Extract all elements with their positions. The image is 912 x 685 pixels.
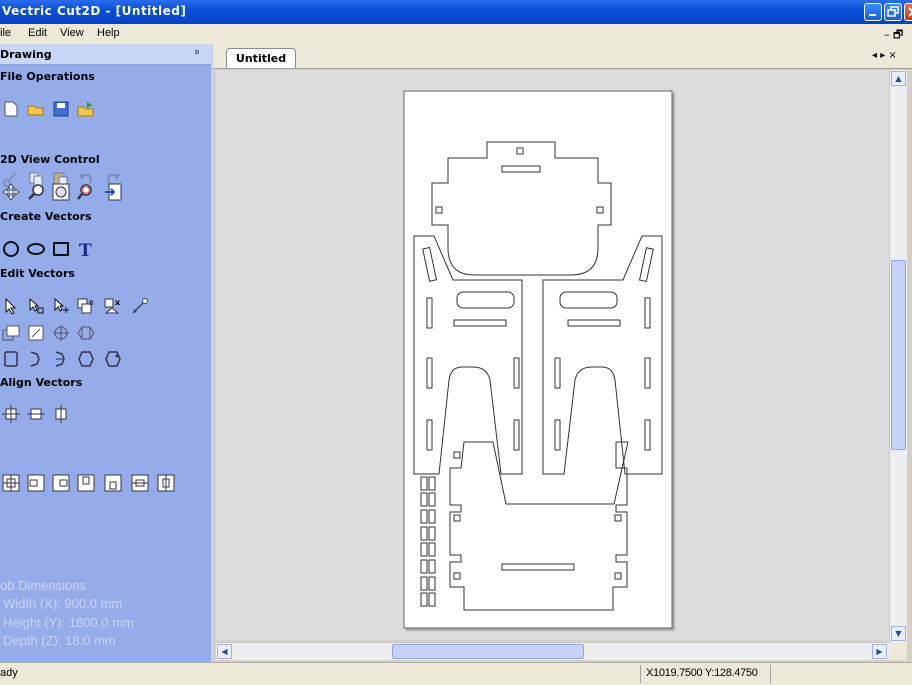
menu-help[interactable]: Help <box>97 27 120 39</box>
ungroup-icon[interactable]: x <box>104 297 122 315</box>
save-icon[interactable] <box>52 100 70 118</box>
trim-icon[interactable] <box>77 324 95 342</box>
horizontal-scrollbar[interactable]: ◀ ▶ <box>216 642 889 660</box>
job-width: Width (X): 900.0 mm <box>3 596 123 611</box>
align-top-icon[interactable] <box>77 474 95 492</box>
section-edit-vectors: Edit Vectors <box>0 267 75 280</box>
scroll-corner <box>889 642 907 660</box>
status-text: ady <box>0 667 18 679</box>
tab-untitled[interactable]: Untitled <box>226 48 296 68</box>
join-close-icon[interactable] <box>52 350 70 368</box>
mirror-icon[interactable] <box>27 324 45 342</box>
smart-smooth-icon[interactable] <box>104 350 122 368</box>
cursor-coordinates: X1019.7500 Y:128.4750 <box>646 667 758 679</box>
minimize-icon <box>869 14 876 16</box>
align-vertical-center-icon[interactable] <box>52 405 70 423</box>
panel-splitter[interactable] <box>211 44 213 662</box>
menu-bar: ile Edit View Help – 🗗 <box>0 24 912 44</box>
svg-text:8: 8 <box>89 299 93 307</box>
align-bottom-icon[interactable] <box>104 474 122 492</box>
job-height: Height (Y): 1800.0 mm <box>3 615 134 630</box>
scroll-right-icon[interactable]: ▶ <box>872 644 887 659</box>
zoom-selection-icon[interactable] <box>77 183 95 201</box>
horizontal-scroll-thumb[interactable] <box>392 644 584 659</box>
measure-icon[interactable] <box>131 297 149 315</box>
node-edit-icon[interactable] <box>27 297 45 315</box>
text-icon[interactable]: T <box>77 240 95 258</box>
align-center-icon[interactable] <box>2 405 20 423</box>
status-separator <box>770 665 771 683</box>
pin-icon[interactable]: ᵖ <box>195 47 200 60</box>
group-icon[interactable]: 8 <box>77 297 95 315</box>
close-button[interactable] <box>904 3 912 21</box>
status-bar: ady X1019.7500 Y:128.4750 <box>0 662 912 685</box>
scroll-up-icon[interactable]: ▲ <box>891 71 906 86</box>
section-2d-view-control: 2D View Control <box>0 153 100 166</box>
scroll-left-icon[interactable]: ◀ <box>217 644 232 659</box>
minimize-button[interactable] <box>864 3 882 21</box>
align-horizontal-center-icon[interactable] <box>27 405 45 423</box>
center-horizontally-icon[interactable] <box>131 474 149 492</box>
job-dimensions-heading: ob Dimensions <box>0 578 86 593</box>
fit-material-icon[interactable] <box>104 183 122 201</box>
title-bar: Vectric Cut2D - [Untitled] <box>0 0 912 24</box>
drawing-view[interactable] <box>216 70 889 640</box>
rectangle-icon[interactable] <box>52 240 70 258</box>
transform-icon[interactable] <box>52 297 70 315</box>
curve-fit-icon[interactable] <box>77 350 95 368</box>
document-tab-strip <box>213 44 912 69</box>
restore-icon <box>887 6 899 17</box>
join-open-icon[interactable] <box>27 350 45 368</box>
zoom-icon[interactable] <box>27 183 45 201</box>
panel-title: Drawing <box>0 48 52 61</box>
window-title: Vectric Cut2D - [Untitled] <box>2 4 187 18</box>
open-folder-icon[interactable] <box>27 100 45 118</box>
center-vertically-icon[interactable] <box>157 474 175 492</box>
svg-text:x: x <box>115 298 121 307</box>
menu-view[interactable]: View <box>60 27 84 39</box>
menu-file[interactable]: ile <box>0 27 11 39</box>
svg-text:T: T <box>79 241 92 258</box>
tab-controls[interactable]: ◂ ▸ × <box>872 50 897 61</box>
section-file-operations: File Operations <box>0 70 95 83</box>
fillet-icon[interactable] <box>2 350 20 368</box>
new-file-icon[interactable] <box>2 100 20 118</box>
vertical-scrollbar[interactable]: ▲ ▼ <box>889 70 907 642</box>
offset-icon[interactable] <box>2 324 20 342</box>
align-center-objects-icon[interactable] <box>2 474 20 492</box>
menu-edit[interactable]: Edit <box>28 27 47 39</box>
close-icon <box>908 7 912 17</box>
section-align-vectors: Align Vectors <box>0 376 83 389</box>
vertical-scroll-thumb[interactable] <box>891 260 906 450</box>
panel-header: Drawing ᵖ <box>0 44 211 65</box>
scroll-down-icon[interactable]: ▼ <box>891 626 906 641</box>
align-right-icon[interactable] <box>52 474 70 492</box>
select-icon[interactable] <box>2 297 20 315</box>
restore-button[interactable] <box>884 3 902 21</box>
zoom-extents-icon[interactable] <box>52 183 70 201</box>
align-left-icon[interactable] <box>27 474 45 492</box>
status-separator <box>640 665 641 683</box>
circle-icon[interactable] <box>2 240 20 258</box>
document-window-controls[interactable]: – 🗗 <box>884 26 903 45</box>
import-icon[interactable] <box>77 100 95 118</box>
job-depth: Depth (Z): 18.0 mm <box>3 633 116 648</box>
ellipse-icon[interactable] <box>27 240 45 258</box>
section-create-vectors: Create Vectors <box>0 210 92 223</box>
drawing-panel: Drawing ᵖ File Operations 2D View Contro… <box>0 44 211 662</box>
pan-icon[interactable] <box>2 183 20 201</box>
drawing-canvas[interactable] <box>216 70 889 640</box>
weld-icon[interactable] <box>52 324 70 342</box>
